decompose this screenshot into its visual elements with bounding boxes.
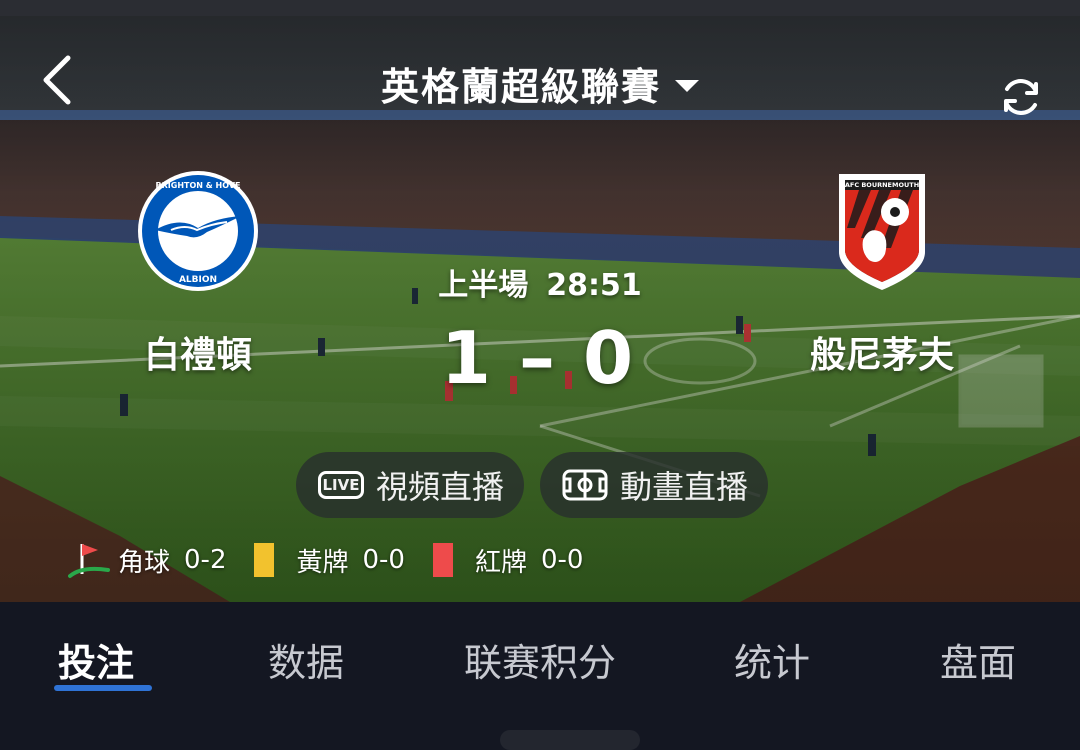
tab-odds[interactable]: 盘面 <box>940 632 1016 687</box>
tab-statistics[interactable]: 统计 <box>734 632 810 687</box>
status-bar <box>0 0 1080 16</box>
tab-league-table[interactable]: 联赛积分 <box>464 632 616 687</box>
corners-value: 0-2 <box>184 545 227 575</box>
home-crest-text-top: BRIGHTON & HOVE <box>156 181 241 190</box>
dropdown-caret-icon <box>675 79 699 92</box>
match-clock: 28:51 <box>546 268 642 303</box>
match-period: 上半場 <box>438 268 529 303</box>
corners-stat: 角球 0-2 <box>68 540 226 580</box>
yellow-cards-value: 0-0 <box>362 545 405 575</box>
league-title: 英格蘭超級聯賽 <box>380 65 661 109</box>
yellow-card-icon <box>254 543 275 577</box>
red-cards-label: 紅牌 <box>474 547 527 578</box>
yellow-cards-stat: 黃牌 0-0 <box>254 542 405 579</box>
league-selector[interactable]: 英格蘭超級聯賽 <box>381 56 699 111</box>
home-score: 1 <box>440 316 497 400</box>
live-tv-icon: LIVE <box>318 471 364 499</box>
home-team-name: 白禮頓 <box>143 335 252 376</box>
scroll-handle <box>500 730 640 750</box>
pitch-icon <box>562 469 608 501</box>
away-crest-text: AFC BOURNEMOUTH <box>845 181 919 189</box>
yellow-cards-label: 黃牌 <box>296 547 349 578</box>
corner-flag-icon <box>68 544 110 578</box>
animation-live-label: 動畫直播 <box>620 468 749 506</box>
red-cards-value: 0-0 <box>540 545 584 575</box>
away-team-crest: AFC BOURNEMOUTH <box>839 174 925 290</box>
refresh-icon[interactable] <box>998 74 1044 120</box>
red-cards-stat: 紅牌 0-0 <box>432 542 584 579</box>
away-score: 0 <box>583 316 640 400</box>
animation-live-button[interactable]: 動畫直播 <box>540 452 768 518</box>
active-tab-indicator <box>54 685 152 691</box>
red-card-icon <box>432 543 453 577</box>
tab-data[interactable]: 数据 <box>268 632 344 687</box>
match-status: 上半場 28:51 <box>390 260 690 304</box>
match-hero: 英格蘭超級聯賽 BRIGHTON & HOVE ALBION 白禮頓 AFC B… <box>0 16 1080 602</box>
home-team[interactable]: BRIGHTON & HOVE ALBION 白禮頓 <box>78 168 318 378</box>
home-team-crest: BRIGHTON & HOVE ALBION <box>138 171 258 291</box>
video-live-button[interactable]: LIVE 視頻直播 <box>296 452 524 518</box>
away-team[interactable]: AFC BOURNEMOUTH 般尼茅夫 <box>762 168 1002 378</box>
corners-label: 角球 <box>118 547 171 578</box>
scoreline: 1–0 <box>390 316 690 400</box>
away-team-name: 般尼茅夫 <box>809 335 954 376</box>
score-separator: – <box>519 316 561 400</box>
video-live-label: 視頻直播 <box>376 468 505 506</box>
tab-betting[interactable]: 投注 <box>58 632 134 687</box>
home-crest-text-bottom: ALBION <box>179 275 217 285</box>
tab-bar: 投注 数据 联赛积分 统计 盘面 <box>0 602 1080 750</box>
match-stats: 角球 0-2 黃牌 0-0 紅牌 0-0 <box>68 540 611 580</box>
